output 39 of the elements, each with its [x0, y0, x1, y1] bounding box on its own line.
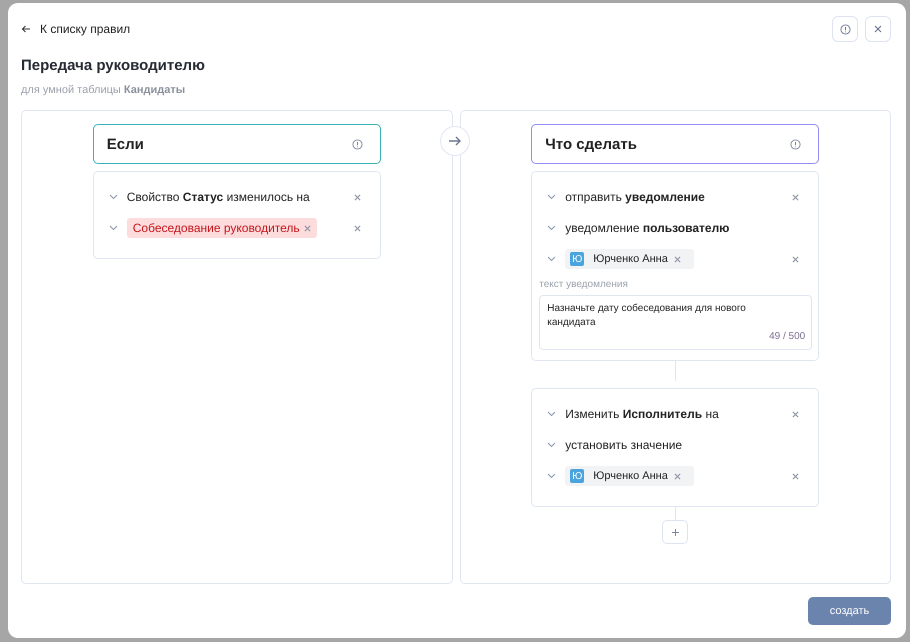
create-button[interactable]: создать: [808, 597, 891, 625]
info-button[interactable]: [832, 16, 858, 42]
block-title: Если: [106, 136, 144, 152]
user-name: Юрченко Анна: [593, 470, 668, 482]
rule-text: уведомление пользователю: [565, 221, 730, 235]
rule-text: отправить уведомление: [565, 190, 705, 204]
dialog-subtitle: для умной таблицы Кандидаты: [21, 84, 186, 96]
remove-user-icon[interactable]: [674, 256, 681, 262]
back-link[interactable]: К списку правил: [21, 22, 130, 36]
chevron-down-icon[interactable]: [547, 225, 558, 231]
user-avatar: Ю: [570, 252, 584, 266]
rule-text: Свойство Статус изменилось на: [126, 190, 310, 204]
chevron-down-icon[interactable]: [547, 194, 558, 200]
text-area[interactable]: Назначьте дату собеседования для нового кандидата 49 / 500: [539, 295, 812, 350]
chevron-down-icon[interactable]: [108, 225, 119, 231]
chevron-down-icon[interactable]: [547, 411, 558, 417]
close-icon: [874, 25, 882, 33]
character-counter: 49 / 500: [768, 330, 806, 344]
tag-label: Собеседование руководитель: [132, 221, 300, 235]
chevron-down-icon[interactable]: [547, 256, 558, 262]
info-icon: [790, 138, 802, 150]
field-label: текст уведомления: [539, 279, 629, 290]
user-avatar: Ю: [570, 469, 584, 483]
user-name: Юрченко Анна: [593, 253, 668, 265]
chevron-down-icon[interactable]: [547, 442, 558, 448]
rule-text: установить значение: [565, 438, 682, 452]
remove-tag-icon[interactable]: [304, 224, 311, 232]
dialog-title: Передача руководителю: [21, 57, 206, 74]
rule-text: Изменить Исполнитель на: [565, 407, 719, 421]
close-button[interactable]: [865, 16, 891, 42]
info-icon: [352, 138, 363, 150]
chevron-down-icon[interactable]: [108, 194, 119, 200]
plus-icon: [670, 528, 680, 536]
info-icon: [840, 24, 850, 34]
remove-user-icon[interactable]: [674, 472, 681, 480]
add-button[interactable]: [662, 520, 688, 544]
back-arrow-icon: [21, 25, 31, 33]
chevron-down-icon[interactable]: [547, 473, 558, 479]
block-title: Что сделать: [545, 136, 637, 152]
